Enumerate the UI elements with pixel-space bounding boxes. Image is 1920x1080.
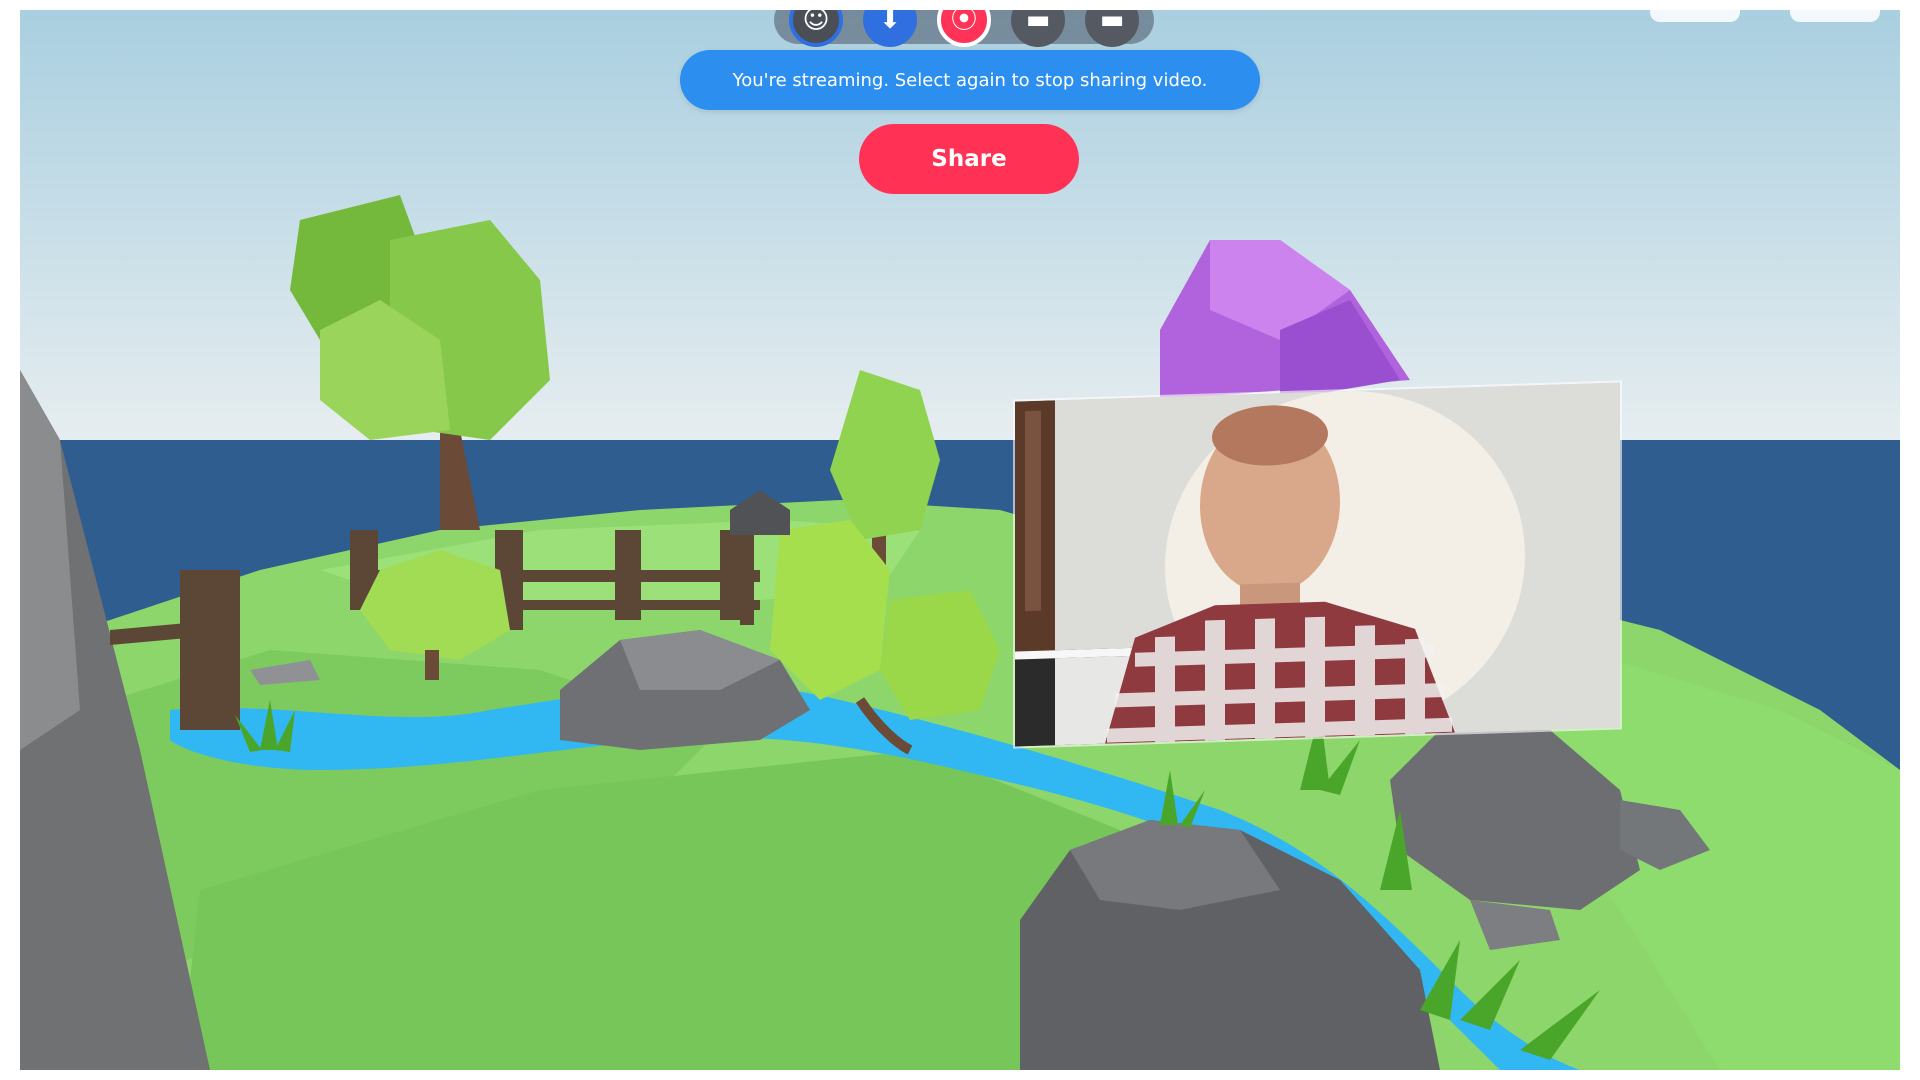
share-button[interactable]: Share (859, 124, 1079, 194)
streaming-toast: You're streaming. Select again to stop s… (680, 50, 1260, 110)
top-right-button[interactable] (1650, 10, 1740, 22)
toast-message: You're streaming. Select again to stop s… (732, 69, 1208, 91)
avatar-icon[interactable]: ☺ (789, 10, 843, 47)
scene-viewport[interactable]: ☺ ⬇ ⦿ ▬ ▬ You're streaming. Select again… (20, 10, 1900, 1070)
webcam-feed (1015, 382, 1620, 747)
top-right-button-2[interactable] (1790, 10, 1880, 22)
toolbar: ☺ ⬇ ⦿ ▬ ▬ (774, 10, 1154, 47)
voice-icon[interactable]: ⬇ (863, 10, 917, 47)
media-icon[interactable]: ▬ (1011, 10, 1065, 47)
more-icon[interactable]: ▬ (1085, 10, 1139, 47)
camera-icon[interactable]: ⦿ (937, 10, 991, 47)
video-stream-panel[interactable] (1015, 382, 1620, 747)
